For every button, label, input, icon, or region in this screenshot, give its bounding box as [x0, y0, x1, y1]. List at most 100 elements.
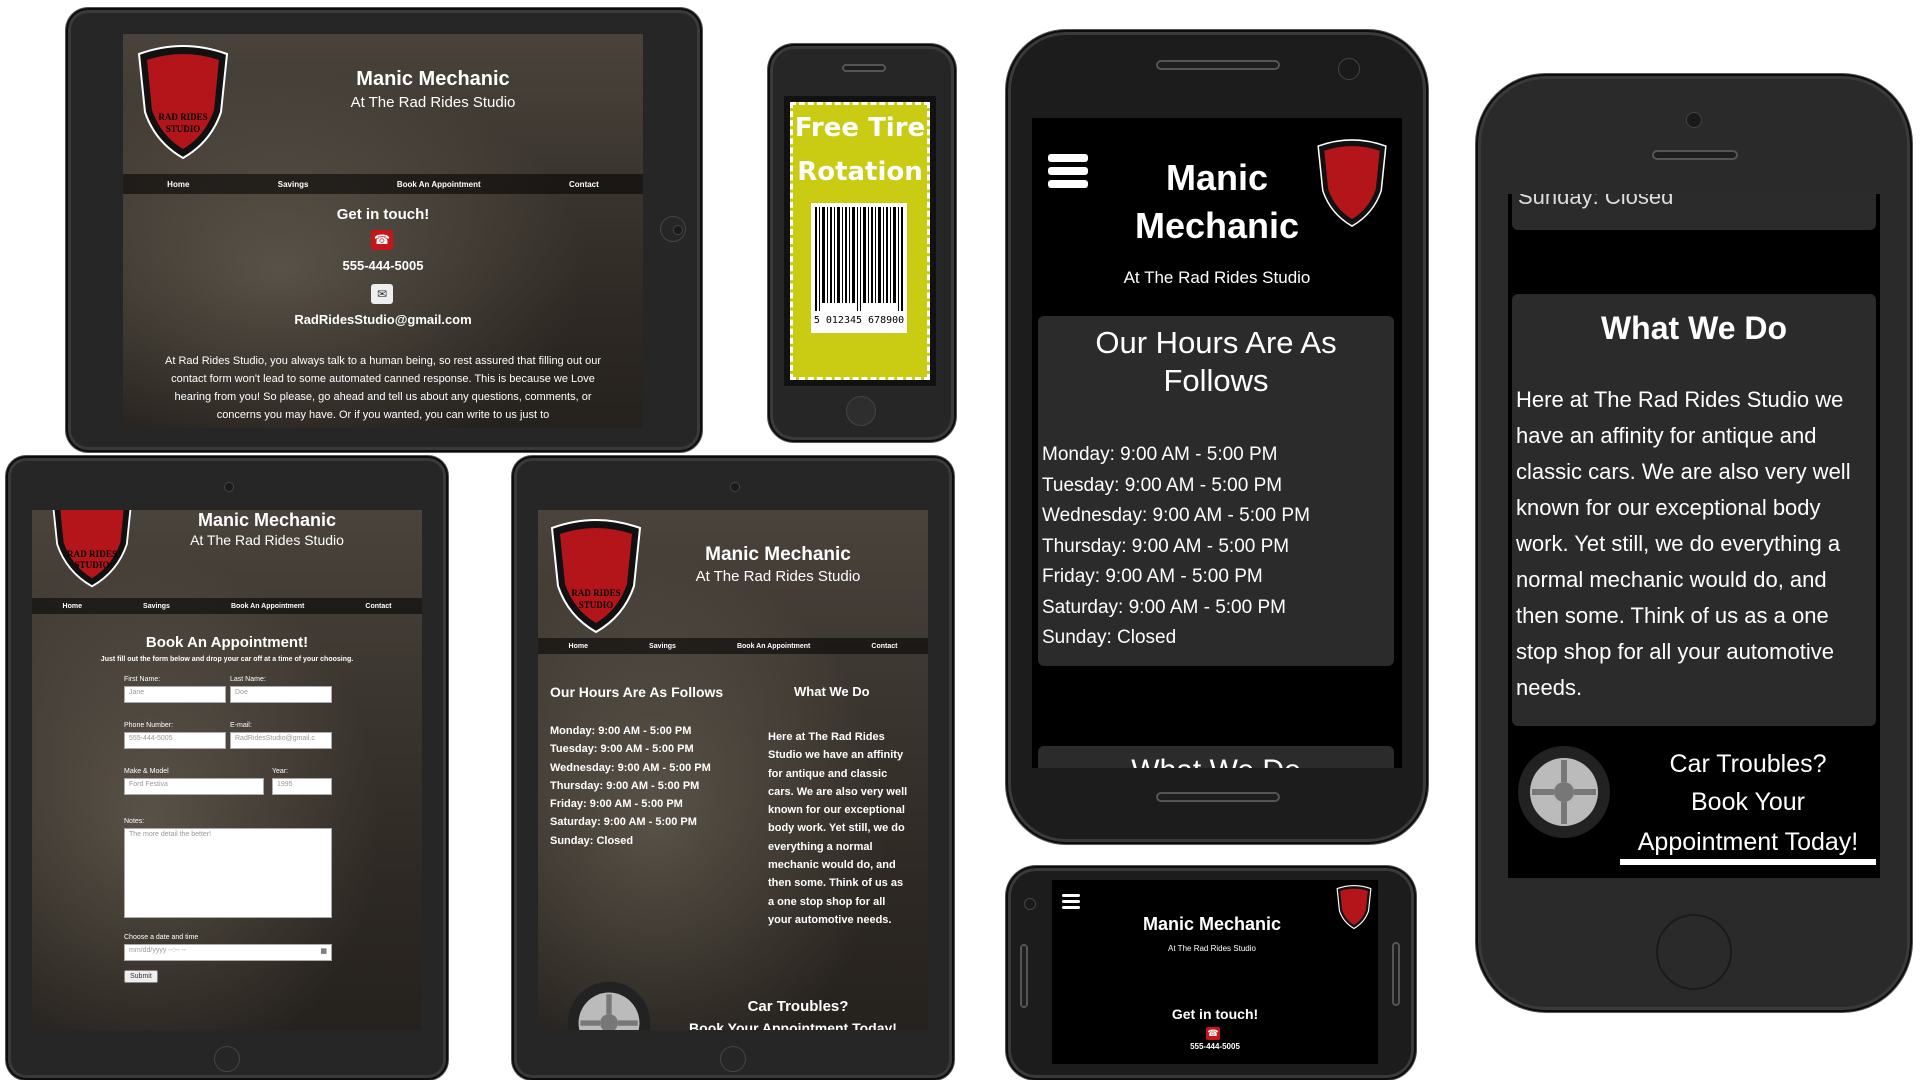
phone-icon[interactable]: ☎ [1206, 1027, 1220, 1040]
site-title: Manic Mechanic [356, 68, 510, 90]
hours-heading-line1: Our Hours Are As [1095, 325, 1337, 360]
tablet-portrait-home-device: RAD RIDES STUDIO Manic Mechanic At The R… [512, 456, 954, 1080]
nav-contact[interactable]: Contact [569, 180, 599, 189]
hours-list: Monday: 9:00 AM - 5:00 PM Tuesday: 9:00 … [550, 722, 711, 850]
main-nav: Home Savings Book An Appointment Contact [32, 598, 422, 614]
nav-savings[interactable]: Savings [278, 180, 309, 189]
hours-saturday: Saturday: 9:00 AM - 5:00 PM [1042, 596, 1286, 618]
cta-link[interactable]: Appointment Today! [1620, 828, 1876, 865]
cta-line1: Car Troubles? [747, 998, 849, 1015]
barcode: 5 012345 678900 [811, 203, 907, 333]
cta-line1: Car Troubles? [1669, 750, 1827, 778]
first-name-field[interactable]: Jane [124, 686, 226, 703]
barcode-number: 5 012345 678900 [813, 315, 905, 326]
nav-home[interactable]: Home [569, 643, 588, 650]
svg-text:RAD RIDES: RAD RIDES [158, 112, 207, 122]
nav-book-appointment[interactable]: Book An Appointment [737, 643, 810, 650]
make-model-field[interactable]: Ford Festiva [124, 778, 264, 795]
what-we-do-body: Here at The Rad Rides Studio we have an … [768, 731, 908, 926]
year-field[interactable]: 1995 [272, 778, 332, 795]
tablet-landscape-device: RAD RIDES STUDIO Manic Mechanic At The R… [66, 8, 702, 452]
small-phone-screen: Free Tire Rotation 5 012345 678900 [784, 96, 936, 386]
phone-field[interactable]: 555-444-5005 [124, 732, 226, 749]
tablet-landscape-screen: RAD RIDES STUDIO Manic Mechanic At The R… [123, 34, 643, 428]
cta-link[interactable]: Book Your Appointment Today! [658, 1020, 928, 1030]
contact-phone[interactable]: 555-444-5005 [1052, 1042, 1378, 1051]
first-name-label: First Name: [124, 676, 161, 683]
nav-book-appointment[interactable]: Book An Appointment [231, 603, 304, 610]
barcode-bars [815, 207, 903, 311]
make-model-label: Make & Model [124, 768, 169, 775]
site-subtitle: At The Rad Rides Studio [1168, 944, 1256, 953]
shield-logo-icon: RAD RIDES STUDIO [137, 45, 229, 160]
site-title: Manic Mechanic [197, 510, 337, 530]
submit-button[interactable]: Submit [124, 970, 158, 983]
hours-thursday: Thursday: 9:00 AM - 5:00 PM [550, 779, 700, 792]
nav-contact[interactable]: Contact [365, 603, 391, 610]
phone-speaker-right [1392, 942, 1400, 1006]
svg-text:STUDIO: STUDIO [166, 124, 201, 134]
shield-logo-icon [1336, 884, 1372, 930]
nav-book-appointment[interactable]: Book An Appointment [397, 180, 481, 189]
home-button[interactable] [660, 216, 686, 242]
what-we-do-panel-cut: What We Do [1038, 746, 1394, 768]
home-button[interactable] [846, 396, 876, 426]
hamburger-menu-icon[interactable] [1048, 154, 1088, 188]
android-phone-screen: Manic Mechanic At The Rad Rides Studio O… [1032, 118, 1402, 768]
home-screen: RAD RIDES STUDIO Manic Mechanic At The R… [538, 510, 928, 1030]
nav-savings[interactable]: Savings [649, 643, 676, 650]
hours-friday: Friday: 9:00 AM - 5:00 PM [1042, 566, 1263, 587]
hours-heading: Our Hours Are As Follows [550, 684, 724, 700]
hamburger-menu-icon[interactable] [1062, 894, 1080, 909]
small-phone-device: Free Tire Rotation 5 012345 678900 [768, 44, 956, 442]
phone-speaker [1020, 944, 1028, 1008]
nav-home[interactable]: Home [63, 603, 82, 610]
email-icon[interactable]: ✉ [371, 284, 393, 304]
front-camera [1024, 898, 1036, 910]
nav-savings[interactable]: Savings [143, 603, 170, 610]
what-we-do-heading: What We Do [794, 684, 870, 699]
what-we-do-heading: What We Do [1600, 310, 1788, 346]
booking-heading: Book An Appointment! [145, 634, 309, 651]
email-field[interactable]: RadRidesStudio@gmail.c [230, 732, 332, 749]
home-button[interactable] [720, 1046, 746, 1072]
hours-panel: Our Hours Are As Follows Monday: 9:00 AM… [1038, 316, 1394, 666]
hours-wednesday: Wednesday: 9:00 AM - 5:00 PM [550, 761, 711, 774]
hours-panel-cut: Sunday: Closed [1512, 194, 1876, 230]
phone-speaker [1156, 60, 1280, 70]
svg-text:RAD RIDES: RAD RIDES [571, 588, 620, 598]
contact-heading: Get in touch! [336, 206, 430, 223]
contact-phone[interactable]: 555-444-5005 [123, 258, 643, 273]
site-subtitle: At The Rad Rides Studio [1123, 268, 1311, 287]
site-subtitle: At The Rad Rides Studio [190, 532, 344, 548]
calendar-icon[interactable]: ▦ [320, 947, 327, 955]
svg-text:STUDIO: STUDIO [579, 600, 614, 610]
date-placeholder: mm/dd/yyyy --:-- -- [129, 947, 187, 954]
phone-speaker-bottom [1156, 792, 1280, 802]
front-camera [224, 482, 234, 492]
email-label: E-mail: [230, 722, 252, 729]
contact-email[interactable]: RadRidesStudio@gmail.com [123, 312, 643, 327]
date-label: Choose a date and time [124, 934, 199, 941]
front-camera [1686, 112, 1702, 128]
date-time-field[interactable]: mm/dd/yyyy --:-- -- ▦ [124, 944, 332, 961]
home-button[interactable] [1656, 914, 1732, 990]
phone-icon[interactable]: ☎ [371, 230, 393, 250]
nav-contact[interactable]: Contact [871, 643, 897, 650]
tall-phone-screen: Sunday: Closed What We Do Here at The Ra… [1508, 194, 1880, 878]
shield-logo-icon: RAD RIDES STUDIO [550, 519, 642, 634]
home-button[interactable] [214, 1046, 240, 1072]
nav-home[interactable]: Home [167, 180, 189, 189]
coupon-title-line1: Free Tire [794, 113, 926, 143]
hours-heading-line2: Follows [1163, 363, 1269, 398]
android-phone-device: Manic Mechanic At The Rad Rides Studio O… [1006, 30, 1428, 844]
site-subtitle: At The Rad Rides Studio [695, 568, 861, 585]
front-camera [730, 482, 740, 492]
tablet-portrait-booking-device: RAD RIDES STUDIO Manic Mechanic At The R… [6, 456, 448, 1080]
what-we-do-heading: What We Do [1038, 754, 1394, 768]
notes-textarea[interactable]: The more detail the better! [124, 828, 332, 918]
landscape-phone-screen: Manic Mechanic At The Rad Rides Studio G… [1052, 880, 1378, 1064]
last-name-field[interactable]: Doe [230, 686, 332, 703]
site-title: Manic Mechanic [1134, 157, 1300, 246]
phone-speaker [842, 64, 886, 72]
